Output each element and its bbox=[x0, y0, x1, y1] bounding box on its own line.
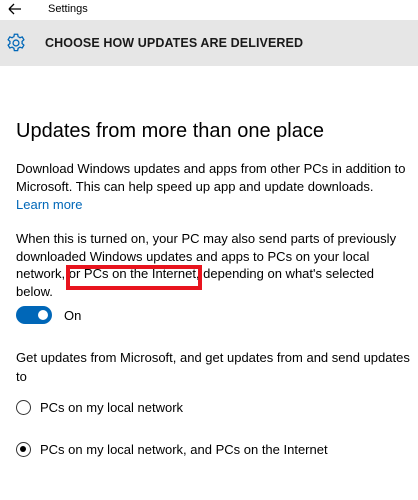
radio-button[interactable] bbox=[16, 442, 31, 457]
gear-icon bbox=[7, 33, 25, 52]
back-arrow-icon bbox=[8, 3, 21, 15]
radio-label: PCs on my local network bbox=[40, 400, 184, 415]
toggle-state-label: On bbox=[64, 308, 82, 323]
delivery-optimization-toggle[interactable] bbox=[16, 306, 52, 324]
toggle-knob bbox=[38, 310, 48, 320]
window-title: Settings bbox=[48, 3, 88, 15]
radio-selected-dot bbox=[20, 446, 26, 452]
radio-label: PCs on my local network, and PCs on the … bbox=[40, 442, 328, 457]
page-title: CHOOSE HOW UPDATES ARE DELIVERED bbox=[45, 36, 304, 50]
radio-local-network[interactable]: PCs on my local network bbox=[16, 399, 216, 419]
page-header: CHOOSE HOW UPDATES ARE DELIVERED bbox=[0, 20, 418, 66]
radio-button[interactable] bbox=[16, 400, 31, 415]
section-description: Download Windows updates and apps from o… bbox=[16, 161, 406, 194]
source-label: Get updates from Microsoft, and get upda… bbox=[16, 350, 410, 384]
title-bar: Settings bbox=[0, 0, 418, 20]
section-title: Updates from more than one place bbox=[16, 120, 324, 142]
highlight-box bbox=[66, 265, 202, 290]
learn-more-link[interactable]: Learn more bbox=[16, 196, 82, 214]
back-button[interactable] bbox=[6, 1, 24, 17]
radio-local-and-internet[interactable]: PCs on my local network, and PCs on the … bbox=[16, 441, 356, 461]
